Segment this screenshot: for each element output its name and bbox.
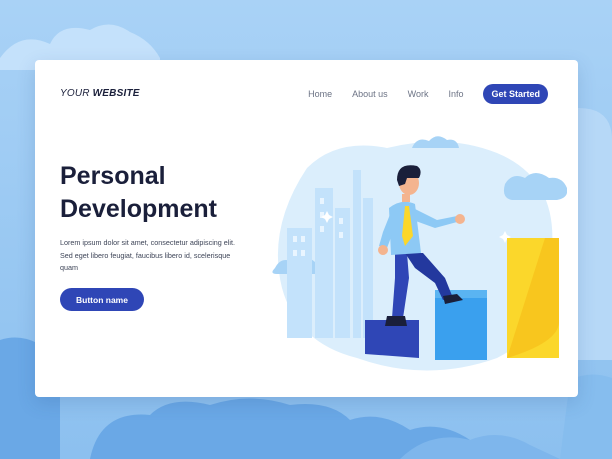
- nav-info[interactable]: Info: [448, 89, 463, 99]
- hero-illustration: [272, 136, 567, 371]
- hero-description: Lorem ipsum dolor sit amet, consectetur …: [60, 238, 235, 272]
- hero-title-line1: Personal: [60, 162, 166, 190]
- logo-strong: WEBSITE: [92, 88, 140, 99]
- get-started-button[interactable]: Get Started: [483, 84, 548, 104]
- primary-cta-button[interactable]: Button name: [60, 288, 144, 311]
- nav-home[interactable]: Home: [308, 89, 332, 99]
- logo-prefix: YOUR: [60, 88, 93, 99]
- nav-work[interactable]: Work: [408, 89, 429, 99]
- site-logo[interactable]: YOUR WEBSITE: [60, 88, 140, 99]
- hero-title-line2: Development: [60, 195, 217, 223]
- landing-card: YOUR WEBSITE Home About us Work Info Get…: [35, 60, 578, 397]
- top-nav: Home About us Work Info Get Started: [288, 84, 548, 104]
- hero-title: Personal Development: [60, 160, 280, 226]
- nav-about-us[interactable]: About us: [352, 89, 388, 99]
